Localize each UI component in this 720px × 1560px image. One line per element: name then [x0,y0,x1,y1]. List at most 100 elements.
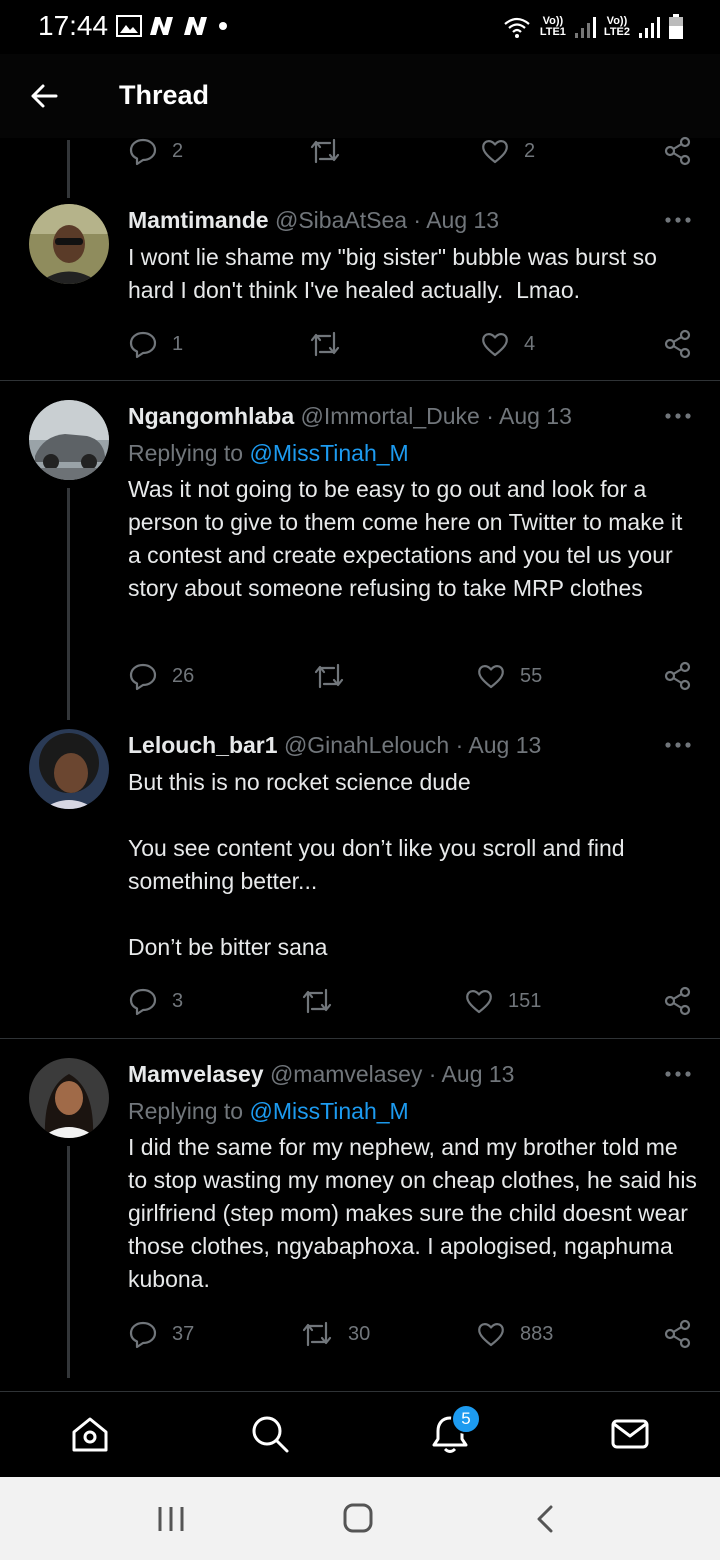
thread-connector [67,488,70,720]
display-name: Mamvelasey [128,1061,264,1087]
recent-apps-icon[interactable] [151,1501,191,1537]
more-icon[interactable] [664,412,692,420]
replying-to-label: Replying to [128,440,244,466]
like-icon [478,1323,504,1347]
like-button[interactable]: 883 [476,1319,553,1349]
image-icon [116,15,142,37]
reply-icon [129,138,157,166]
more-icon[interactable] [664,1070,692,1078]
share-button[interactable] [664,661,692,691]
search-icon[interactable] [248,1412,292,1456]
share-icon [664,329,691,359]
thread-header: Thread [0,54,720,138]
lte2-label: LTE2 [603,26,630,38]
share-icon [664,986,691,1016]
share-icon [664,1319,691,1349]
thread-connector [67,140,70,198]
avatar[interactable] [29,400,109,480]
like-icon [482,140,508,164]
avatar[interactable] [29,204,109,284]
tweet-actions: 1 4 [128,329,692,359]
share-icon [664,136,691,166]
retweet-icon [302,1321,332,1347]
avatar[interactable] [29,1058,109,1138]
like-count: 151 [508,989,542,1012]
replying-to: Replying to @MissTinah_M [128,440,409,467]
tweet-date: · Aug 13 [486,403,572,429]
retweet-button[interactable] [308,136,356,166]
display-name: Ngangomhlaba [128,403,295,429]
user-handle: @Immortal_Duke [300,403,480,429]
tweet-actions: 2 2 [128,136,692,166]
like-button[interactable]: 2 [480,136,535,166]
replying-to-handle[interactable]: @MissTinah_M [249,1098,408,1124]
share-button[interactable] [664,1319,692,1349]
home-button-icon[interactable] [338,1501,378,1537]
retweet-button[interactable] [300,986,348,1016]
tweet-text: Was it not going to be easy to go out an… [128,476,689,601]
replying-to-label: Replying to [128,1098,244,1124]
reply-button[interactable]: 2 [128,136,183,166]
home-icon[interactable] [68,1412,112,1456]
reply-count: 3 [172,989,184,1012]
reply-button[interactable]: 3 [128,986,183,1016]
tweet-text: But this is no rocket science dude You s… [128,769,625,960]
more-icon[interactable] [664,216,692,224]
wifi-icon [504,17,530,38]
status-time: 17:44 [38,10,109,41]
back-button-icon[interactable] [526,1501,566,1537]
reply-button[interactable]: 37 [128,1319,194,1349]
tweet-divider [0,1038,720,1039]
share-button[interactable] [664,136,692,166]
thread-connector [67,1146,70,1378]
reply-button[interactable]: 1 [128,329,183,359]
like-button[interactable]: 151 [464,986,541,1016]
avatar[interactable] [29,729,109,809]
tweet-author[interactable]: Ngangomhlaba @Immortal_Duke · Aug 13 [128,403,572,430]
retweet-icon [314,663,344,689]
page-title: Thread [119,80,210,110]
like-icon [478,665,504,689]
tweet-actions: 26 55 [128,661,692,691]
like-button[interactable]: 4 [480,329,535,359]
reply-count: 1 [172,332,184,355]
tweet-divider [0,380,720,381]
reply-count: 2 [172,139,184,162]
reply-button[interactable]: 26 [128,661,194,691]
replying-to: Replying to @MissTinah_M [128,1098,409,1125]
dot-icon [219,22,227,30]
system-icons: Vo)) LTE1 Vo)) LTE2 [502,12,684,42]
reply-icon [129,663,157,691]
retweet-button[interactable] [308,329,356,359]
tweet-author[interactable]: Lelouch_bar1 @GinahLelouch · Aug 13 [128,732,541,759]
display-name: Lelouch_bar1 [128,732,278,758]
tweet-actions: 37 30 883 [128,1319,692,1349]
retweet-button[interactable]: 30 [300,1319,370,1349]
notification-badge: 5 [451,1404,481,1434]
display-name: Mamtimande [128,207,269,233]
user-handle: @SibaAtSea [274,207,408,233]
tweet-date: · Aug 13 [413,207,500,233]
mail-icon[interactable] [608,1412,652,1456]
n-app-icon-2 [184,17,207,35]
notification-icons [116,12,230,40]
reply-icon [129,1321,157,1349]
tweet-author[interactable]: Mamtimande @SibaAtSea · Aug 13 [128,207,499,234]
more-icon[interactable] [664,741,692,749]
tweet-author[interactable]: Mamvelasey @mamvelasey · Aug 13 [128,1061,514,1088]
signal2-icon [639,17,660,38]
like-icon [482,333,508,357]
share-button[interactable] [664,329,692,359]
reply-icon [129,988,157,1016]
like-count: 2 [524,139,536,162]
share-button[interactable] [664,986,692,1016]
tweet-text: I wont lie shame my "big sister" bubble … [128,244,664,303]
replying-to-handle[interactable]: @MissTinah_M [249,440,408,466]
tweet-date: · Aug 13 [428,1061,515,1087]
like-button[interactable]: 55 [476,661,542,691]
like-icon [466,990,492,1014]
retweet-count: 30 [348,1322,371,1345]
back-arrow-icon[interactable] [24,76,64,116]
retweet-button[interactable] [312,661,360,691]
bottom-nav [0,1391,720,1478]
